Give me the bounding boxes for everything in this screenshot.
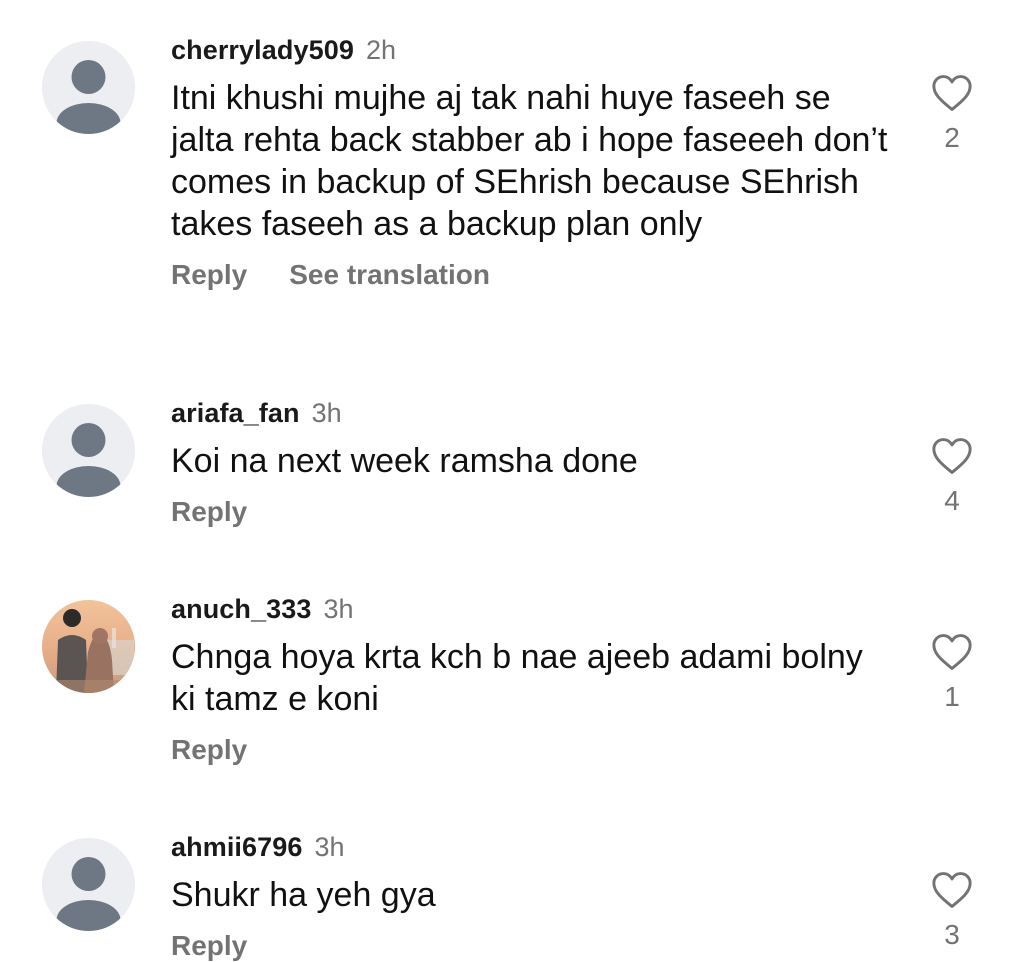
- like-area: 3: [922, 871, 982, 951]
- avatar[interactable]: [42, 600, 135, 693]
- timestamp: 3h: [314, 832, 345, 862]
- avatar[interactable]: [42, 838, 135, 931]
- comment-actions: Reply: [171, 734, 891, 766]
- heart-icon[interactable]: [931, 871, 973, 909]
- avatar[interactable]: [42, 404, 135, 497]
- comment-text: Itni khushi mujhe aj tak nahi huye fasee…: [171, 79, 888, 243]
- heart-icon[interactable]: [931, 633, 973, 671]
- timestamp: 2h: [365, 35, 396, 65]
- timestamp: 3h: [311, 398, 342, 428]
- username[interactable]: ariafa_fan: [171, 398, 300, 429]
- like-area: 4: [922, 437, 982, 517]
- comment-meta: anuch_333 3h: [171, 594, 891, 628]
- avatar[interactable]: [42, 41, 135, 134]
- comment-meta: ahmii6796 3h: [171, 832, 891, 866]
- default-avatar-icon: [42, 838, 135, 931]
- default-avatar-icon: [42, 41, 135, 134]
- like-count: 3: [944, 919, 960, 950]
- timestamp: 3h: [323, 594, 354, 624]
- like-area: 2: [922, 74, 982, 154]
- username[interactable]: ahmii6796: [171, 832, 302, 863]
- comment-actions: Reply: [171, 930, 891, 962]
- like-area: 1: [922, 633, 982, 713]
- reply-button[interactable]: Reply: [171, 930, 247, 962]
- like-count: 4: [944, 485, 960, 516]
- comment-meta: ariafa_fan 3h: [171, 398, 891, 432]
- comment-body: ariafa_fan 3h Koi na next week ramsha do…: [171, 398, 891, 528]
- default-avatar-icon: [42, 404, 135, 497]
- see-translation-button[interactable]: See translation: [289, 259, 490, 291]
- comment-meta: cherrylady509 2h: [171, 35, 891, 69]
- username[interactable]: anuch_333: [171, 594, 311, 625]
- reply-button[interactable]: Reply: [171, 259, 247, 291]
- username[interactable]: cherrylady509: [171, 35, 354, 66]
- comment-text: Chnga hoya krta kch b nae ajeeb adami bo…: [171, 638, 863, 718]
- comment-body: cherrylady509 2h Itni khushi mujhe aj ta…: [171, 35, 891, 291]
- heart-icon[interactable]: [931, 74, 973, 112]
- comment-text: Shukr ha yeh gya: [171, 876, 436, 914]
- comment-actions: Reply: [171, 496, 891, 528]
- photo-avatar: [42, 600, 135, 693]
- like-count: 1: [944, 681, 960, 712]
- comment-body: anuch_333 3h Chnga hoya krta kch b nae a…: [171, 594, 891, 766]
- reply-button[interactable]: Reply: [171, 734, 247, 766]
- like-count: 2: [944, 122, 960, 153]
- heart-icon[interactable]: [931, 437, 973, 475]
- comment-text: Koi na next week ramsha done: [171, 442, 638, 480]
- comment-actions: Reply See translation: [171, 259, 891, 291]
- reply-button[interactable]: Reply: [171, 496, 247, 528]
